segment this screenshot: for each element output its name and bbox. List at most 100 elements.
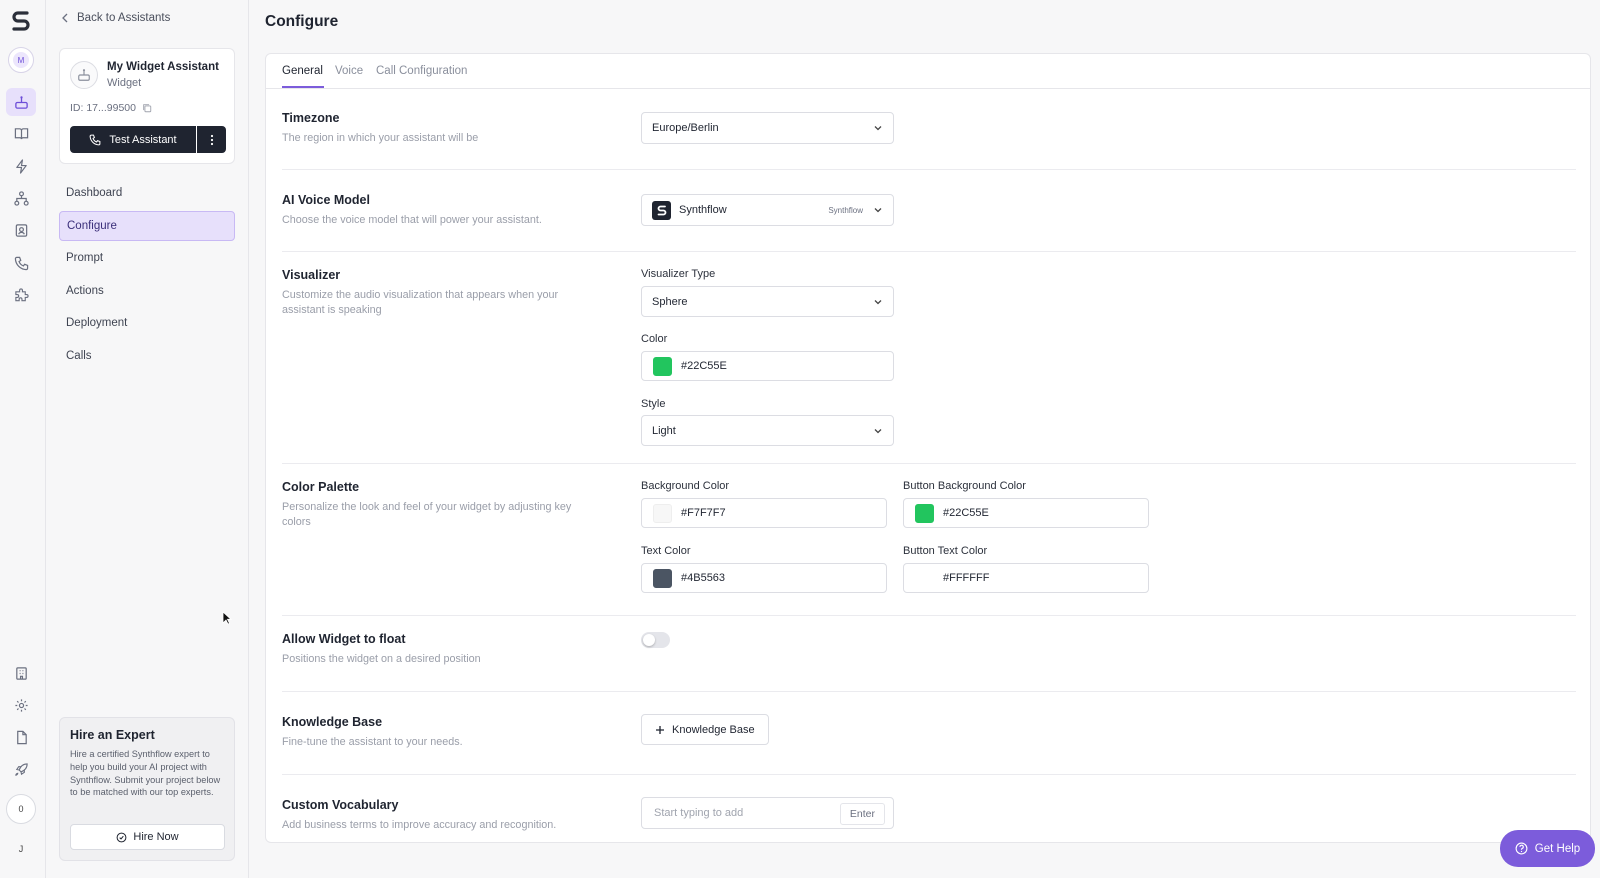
- timezone-select[interactable]: Europe/Berlin: [641, 112, 894, 144]
- hire-now-label: Hire Now: [133, 831, 179, 843]
- visualizer-type-label: Visualizer Type: [641, 268, 716, 280]
- float-toggle[interactable]: [641, 632, 670, 648]
- text-color-input[interactable]: #4B5563: [641, 563, 887, 593]
- color-swatch[interactable]: [653, 503, 672, 523]
- timezone-value: Europe/Berlin: [652, 122, 719, 134]
- assistant-nav: Dashboard Configure Prompt Actions Deplo…: [59, 178, 235, 373]
- color-swatch[interactable]: [915, 503, 934, 523]
- timezone-desc: The region in which your assistant will …: [282, 132, 479, 144]
- hire-expert-text: Hire a certified Synthflow expert to hel…: [70, 749, 221, 798]
- nav-item-calls[interactable]: Calls: [59, 341, 235, 371]
- color-swatch[interactable]: [653, 356, 672, 376]
- color-swatch[interactable]: [653, 568, 672, 588]
- workflow-icon[interactable]: [9, 186, 33, 210]
- visualizer-type-select[interactable]: Sphere: [641, 286, 894, 317]
- visualizer-style-value: Light: [652, 424, 676, 437]
- visualizer-style-select[interactable]: Light: [641, 415, 894, 446]
- book-icon[interactable]: [9, 121, 33, 145]
- workspace-avatar-initial: M: [13, 52, 29, 68]
- tab-general[interactable]: General: [282, 65, 323, 77]
- enter-button[interactable]: Enter: [839, 803, 885, 825]
- divider: [282, 169, 1576, 170]
- contacts-icon[interactable]: [9, 218, 33, 242]
- custom-vocabulary-desc: Add business terms to improve accuracy a…: [282, 819, 557, 831]
- phone-icon[interactable]: [9, 251, 33, 275]
- assistant-id: ID: 17...99500: [70, 102, 152, 114]
- add-knowledge-base-label: Knowledge Base: [672, 723, 755, 736]
- nav-item-dashboard[interactable]: Dashboard: [59, 178, 235, 208]
- gear-icon[interactable]: [9, 693, 33, 717]
- building-icon[interactable]: [9, 661, 33, 685]
- more-options-button[interactable]: [197, 126, 226, 153]
- divider: [282, 251, 1576, 252]
- mouse-cursor-icon: [222, 611, 232, 625]
- assistant-avatar: [70, 61, 98, 89]
- chevron-down-icon: [874, 208, 882, 213]
- background-color-value: #F7F7F7: [681, 507, 726, 519]
- document-icon[interactable]: [9, 725, 33, 749]
- text-color-value: #4B5563: [681, 572, 726, 584]
- color-palette-desc: Personalize the look and feel of your wi…: [282, 501, 572, 528]
- synthflow-logo-icon: [652, 200, 671, 220]
- float-title: Allow Widget to float: [282, 632, 406, 646]
- button-background-color-label: Button Background Color: [903, 480, 1026, 492]
- add-knowledge-base-button[interactable]: Knowledge Base: [641, 714, 769, 745]
- nav-item-configure[interactable]: Configure: [59, 210, 235, 241]
- assistant-id-text: ID: 17...99500: [70, 102, 136, 114]
- custom-vocabulary-input[interactable]: [643, 799, 828, 827]
- help-icon: [1515, 842, 1528, 855]
- assistant-sidebar: Back to Assistants My Widget Assistant W…: [47, 0, 249, 878]
- bolt-icon[interactable]: [9, 154, 33, 178]
- custom-vocabulary-field: Enter: [641, 797, 894, 829]
- button-text-color-input[interactable]: #FFFFFF: [903, 563, 1149, 593]
- chevron-down-icon: [874, 429, 882, 434]
- background-color-label: Background Color: [641, 480, 730, 492]
- assistant-type: Widget: [107, 77, 142, 89]
- test-assistant-label: Test Assistant: [109, 133, 177, 146]
- test-assistant-button[interactable]: Test Assistant: [70, 126, 196, 153]
- hire-expert-title: Hire an Expert: [70, 728, 155, 742]
- custom-vocabulary-title: Custom Vocabulary: [282, 798, 399, 812]
- color-palette-title: Color Palette: [282, 480, 360, 494]
- puzzle-icon[interactable]: [9, 283, 33, 307]
- timezone-title: Timezone: [282, 111, 340, 125]
- page-title: Configure: [265, 13, 339, 30]
- chevron-down-icon: [874, 300, 882, 305]
- voice-model-title: AI Voice Model: [282, 193, 370, 207]
- tab-call-configuration[interactable]: Call Configuration: [376, 65, 467, 77]
- chevron-left-icon: [62, 13, 68, 23]
- user-avatar[interactable]: J: [10, 838, 32, 860]
- visualizer-color-value: #22C55E: [681, 360, 727, 372]
- color-swatch[interactable]: [915, 568, 934, 588]
- rocket-icon[interactable]: [9, 757, 33, 781]
- hire-now-button[interactable]: Hire Now: [70, 824, 225, 850]
- chevron-down-icon: [874, 126, 882, 131]
- background-color-input[interactable]: #F7F7F7: [641, 498, 887, 528]
- phone-icon: [89, 134, 101, 145]
- assistant-name: My Widget Assistant: [107, 61, 219, 73]
- visualizer-style-label: Style: [641, 398, 666, 410]
- button-text-color-label: Button Text Color: [903, 545, 988, 557]
- toggle-knob: [643, 634, 655, 646]
- assistant-card: My Widget Assistant Widget ID: 17...9950…: [59, 48, 235, 164]
- workspace-avatar[interactable]: M: [8, 47, 34, 73]
- active-tab-indicator: [282, 86, 324, 88]
- voice-model-select[interactable]: Synthflow Synthflow: [641, 194, 894, 226]
- visualizer-desc: Customize the audio visualization that a…: [282, 289, 559, 316]
- assistant-icon: [78, 69, 90, 81]
- tab-voice[interactable]: Voice: [335, 65, 363, 77]
- visualizer-color-input[interactable]: #22C55E: [641, 351, 894, 381]
- back-label: Back to Assistants: [77, 12, 171, 24]
- back-to-assistants-link[interactable]: Back to Assistants: [61, 12, 170, 24]
- assistant-icon[interactable]: [6, 88, 36, 116]
- visualizer-type-value: Sphere: [652, 295, 688, 308]
- nav-item-actions[interactable]: Actions: [59, 276, 235, 306]
- icon-rail: M 0 J: [0, 0, 46, 878]
- copy-icon[interactable]: [142, 103, 152, 113]
- get-help-button[interactable]: Get Help: [1500, 830, 1595, 867]
- nav-item-deployment[interactable]: Deployment: [59, 308, 235, 338]
- nav-item-prompt[interactable]: Prompt: [59, 243, 235, 273]
- button-background-color-input[interactable]: #22C55E: [903, 498, 1149, 528]
- synthflow-logo-icon[interactable]: [9, 8, 33, 32]
- notification-badge[interactable]: 0: [6, 794, 36, 824]
